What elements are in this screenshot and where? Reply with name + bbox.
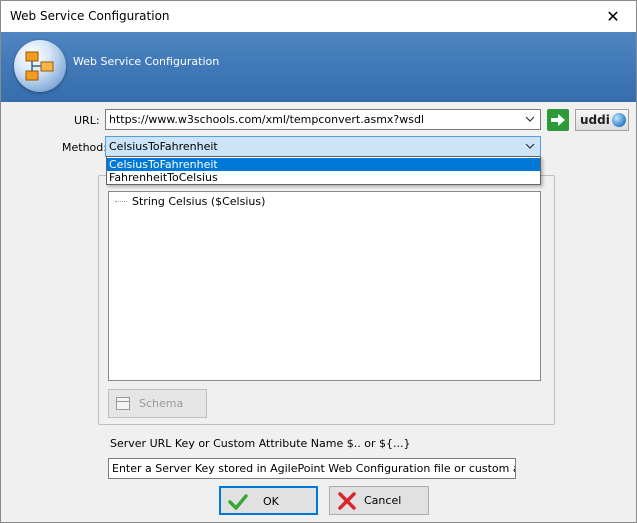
- server-key-label: Server URL Key or Custom Attribute Name …: [110, 437, 411, 450]
- close-icon: ✕: [606, 7, 620, 26]
- dialog-window: Web Service Configuration ✕ Web Service …: [0, 0, 637, 523]
- green-check-icon: [228, 494, 248, 510]
- dropdown-option-selected[interactable]: CelsiusToFahrenheit: [107, 158, 540, 171]
- uddi-label: uddi: [580, 113, 610, 127]
- ok-label: OK: [263, 495, 279, 508]
- schema-label: Schema: [139, 397, 184, 410]
- tree-connector: [115, 201, 127, 202]
- method-combobox[interactable]: CelsiusToFahrenheit: [105, 136, 541, 157]
- chevron-down-icon[interactable]: [524, 140, 536, 152]
- chevron-down-icon[interactable]: [524, 113, 536, 125]
- method-dropdown-list[interactable]: CelsiusToFahrenheit FahrenheitToCelsius: [106, 156, 541, 185]
- network-diagram-icon: [14, 40, 66, 92]
- window-title: Web Service Configuration: [10, 9, 170, 23]
- cancel-button[interactable]: Cancel: [329, 486, 429, 515]
- method-selected-value: CelsiusToFahrenheit: [109, 140, 218, 153]
- title-bar: Web Service Configuration ✕: [1, 1, 636, 32]
- green-arrow-right-icon: [551, 114, 565, 126]
- parameters-tree[interactable]: String Celsius ($Celsius): [108, 191, 541, 381]
- banner-title: Web Service Configuration: [73, 55, 220, 68]
- close-button[interactable]: ✕: [590, 1, 636, 32]
- uddi-button[interactable]: uddi: [575, 109, 629, 131]
- ok-button[interactable]: OK: [219, 486, 318, 515]
- url-value: https://www.w3schools.com/xml/tempconver…: [109, 113, 425, 126]
- tree-item[interactable]: String Celsius ($Celsius): [132, 195, 265, 208]
- globe-icon: [612, 113, 626, 127]
- server-key-value: Enter a Server Key stored in AgilePoint …: [112, 462, 515, 475]
- schema-button[interactable]: Schema: [108, 389, 207, 418]
- window-icon: [116, 397, 130, 410]
- red-x-icon: [338, 492, 356, 510]
- cancel-label: Cancel: [364, 494, 402, 507]
- dropdown-option[interactable]: FahrenheitToCelsius: [107, 171, 540, 184]
- header-banner: Web Service Configuration: [1, 32, 636, 102]
- url-label: URL:: [74, 114, 100, 127]
- url-combobox[interactable]: https://www.w3schools.com/xml/tempconver…: [105, 109, 541, 130]
- go-button[interactable]: [547, 109, 569, 131]
- method-label: Method:: [62, 141, 107, 154]
- server-key-input[interactable]: Enter a Server Key stored in AgilePoint …: [108, 458, 516, 479]
